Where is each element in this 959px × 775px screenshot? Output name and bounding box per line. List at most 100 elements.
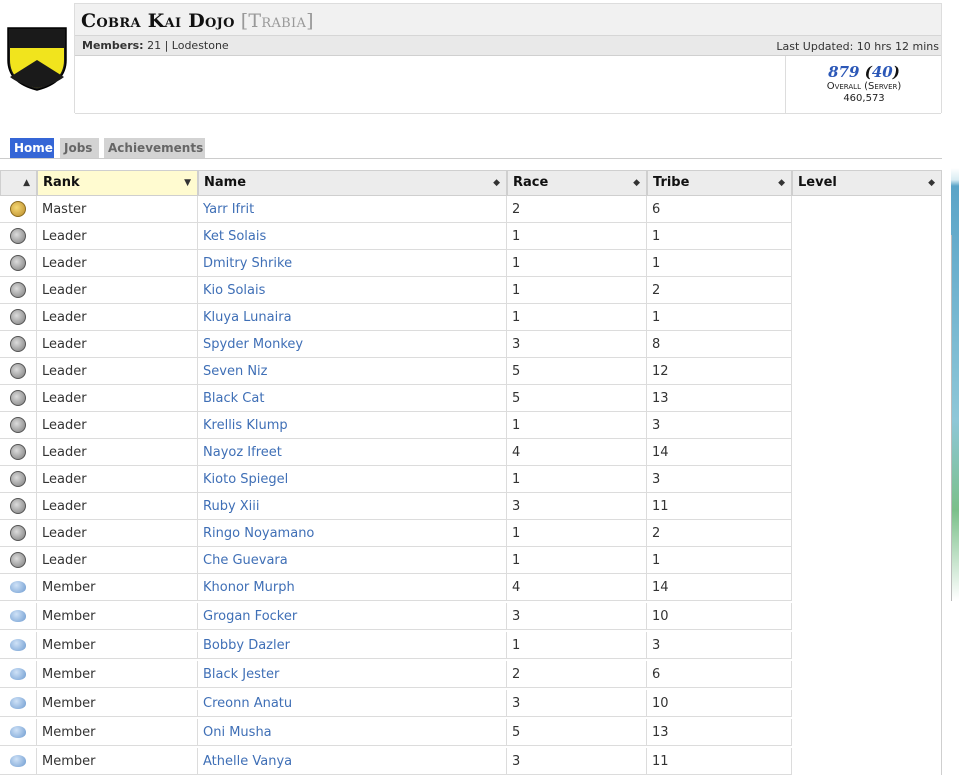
member-name-link[interactable]: Athelle Vanya bbox=[198, 748, 507, 775]
rank-box: 879 (40) Overall (Server) 460,573 bbox=[785, 56, 942, 113]
table-row: Member Oni Musha 5 13 bbox=[0, 719, 942, 746]
member-rank-icon bbox=[10, 610, 26, 622]
rank-icon-cell bbox=[0, 547, 37, 574]
rank-cell: Member bbox=[37, 603, 198, 630]
leader-rank-icon bbox=[10, 471, 26, 487]
table-row: Leader Seven Niz 5 12 bbox=[0, 358, 942, 385]
level-cell bbox=[792, 690, 942, 717]
member-name-link[interactable]: Black Cat bbox=[198, 385, 507, 412]
level-cell bbox=[792, 493, 942, 520]
rank-cell: Member bbox=[37, 748, 198, 775]
rank-icon-cell bbox=[0, 331, 37, 358]
member-name-link[interactable]: Spyder Monkey bbox=[198, 331, 507, 358]
member-name-link[interactable]: Creonn Anatu bbox=[198, 690, 507, 717]
member-name-link[interactable]: Black Jester bbox=[198, 661, 507, 688]
column-header-race[interactable]: Race ◆ bbox=[507, 170, 647, 196]
tribe-cell: 1 bbox=[647, 250, 792, 277]
rank-icon-cell bbox=[0, 196, 37, 223]
table-row: Leader Krellis Klump 1 3 bbox=[0, 412, 942, 439]
rank-icon-cell bbox=[0, 661, 37, 688]
header-right-divider bbox=[941, 3, 942, 113]
column-header-rank[interactable]: Rank ▼ bbox=[37, 170, 198, 196]
member-name-link[interactable]: Khonor Murph bbox=[198, 574, 507, 601]
tribe-cell: 2 bbox=[647, 277, 792, 304]
member-rank-icon bbox=[10, 726, 26, 738]
title-bar: Cobra Kai Dojo [Trabia] bbox=[75, 3, 941, 36]
member-name-link[interactable]: Bobby Dazler bbox=[198, 632, 507, 659]
rank-cell: Member bbox=[37, 632, 198, 659]
tab-home[interactable]: Home bbox=[10, 138, 54, 158]
rank-cell: Leader bbox=[37, 466, 198, 493]
rank-icon-cell bbox=[0, 574, 37, 601]
rank-icon-cell bbox=[0, 748, 37, 775]
leader-rank-icon bbox=[10, 309, 26, 325]
level-cell bbox=[792, 439, 942, 466]
sort-arrows-icon: ◆ bbox=[778, 178, 785, 188]
column-header-name[interactable]: Name ◆ bbox=[198, 170, 507, 196]
tribe-cell: 6 bbox=[647, 661, 792, 688]
table-row: Leader Spyder Monkey 3 8 bbox=[0, 331, 942, 358]
race-cell: 5 bbox=[507, 385, 647, 412]
tab-achievements[interactable]: Achievements bbox=[104, 138, 205, 158]
leader-rank-icon bbox=[10, 552, 26, 568]
level-cell bbox=[792, 304, 942, 331]
score-value: 460,573 bbox=[843, 93, 885, 104]
tribe-cell: 13 bbox=[647, 385, 792, 412]
linkshell-crest-icon bbox=[7, 27, 67, 91]
member-name-link[interactable]: Kioto Spiegel bbox=[198, 466, 507, 493]
table-row: Leader Nayoz Ifreet 4 14 bbox=[0, 439, 942, 466]
member-name-link[interactable]: Grogan Focker bbox=[198, 603, 507, 630]
member-name-link[interactable]: Ruby Xiii bbox=[198, 493, 507, 520]
member-name-link[interactable]: Yarr Ifrit bbox=[198, 196, 507, 223]
column-header-level[interactable]: Level ◆ bbox=[792, 170, 942, 196]
race-cell: 2 bbox=[507, 661, 647, 688]
rank-cell: Leader bbox=[37, 250, 198, 277]
tab-jobs[interactable]: Jobs bbox=[60, 138, 99, 158]
member-name-link[interactable]: Dmitry Shrike bbox=[198, 250, 507, 277]
sort-desc-icon: ▼ bbox=[184, 178, 191, 188]
rank-icon-cell bbox=[0, 520, 37, 547]
rank-icon-cell bbox=[0, 493, 37, 520]
table-row: Member Khonor Murph 4 14 bbox=[0, 574, 942, 601]
member-name-link[interactable]: Oni Musha bbox=[198, 719, 507, 746]
member-name-link[interactable]: Ket Solais bbox=[198, 223, 507, 250]
tribe-cell: 2 bbox=[647, 520, 792, 547]
race-cell: 1 bbox=[507, 304, 647, 331]
column-header-tribe[interactable]: Tribe ◆ bbox=[647, 170, 792, 196]
members-value: 21 | Lodestone bbox=[147, 39, 229, 52]
tribe-cell: 1 bbox=[647, 304, 792, 331]
race-cell: 1 bbox=[507, 520, 647, 547]
level-cell bbox=[792, 661, 942, 688]
member-rank-icon bbox=[10, 639, 26, 651]
member-rank-icon bbox=[10, 581, 26, 593]
member-name-link[interactable]: Nayoz Ifreet bbox=[198, 439, 507, 466]
table-row: Leader Dmitry Shrike 1 1 bbox=[0, 250, 942, 277]
leader-rank-icon bbox=[10, 390, 26, 406]
column-header-icon[interactable]: ▲︎ bbox=[0, 170, 37, 196]
race-cell: 5 bbox=[507, 719, 647, 746]
table-row: Member Grogan Focker 3 10 bbox=[0, 603, 942, 630]
member-rank-icon bbox=[10, 668, 26, 680]
rank-icon-cell bbox=[0, 690, 37, 717]
server-rank[interactable]: 40 bbox=[872, 63, 893, 81]
rank-cell: Leader bbox=[37, 358, 198, 385]
member-name-link[interactable]: Kio Solais bbox=[198, 277, 507, 304]
member-name-link[interactable]: Seven Niz bbox=[198, 358, 507, 385]
overall-rank[interactable]: 879 bbox=[828, 63, 859, 81]
level-cell bbox=[792, 250, 942, 277]
member-name-link[interactable]: Che Guevara bbox=[198, 547, 507, 574]
rank-cell: Leader bbox=[37, 331, 198, 358]
race-cell: 4 bbox=[507, 574, 647, 601]
race-cell: 3 bbox=[507, 603, 647, 630]
rank-icon-cell bbox=[0, 250, 37, 277]
page-title: Cobra Kai Dojo [Trabia] bbox=[81, 10, 314, 32]
member-name-link[interactable]: Krellis Klump bbox=[198, 412, 507, 439]
rank-icon-cell bbox=[0, 223, 37, 250]
table-row: Leader Kioto Spiegel 1 3 bbox=[0, 466, 942, 493]
member-name-link[interactable]: Kluya Lunaira bbox=[198, 304, 507, 331]
table-row: Leader Ringo Noyamano 1 2 bbox=[0, 520, 942, 547]
rank-cell: Leader bbox=[37, 304, 198, 331]
last-updated: Last Updated: 10 hrs 12 mins bbox=[776, 40, 939, 53]
member-name-link[interactable]: Ringo Noyamano bbox=[198, 520, 507, 547]
table-row: Master Yarr Ifrit 2 6 bbox=[0, 196, 942, 223]
